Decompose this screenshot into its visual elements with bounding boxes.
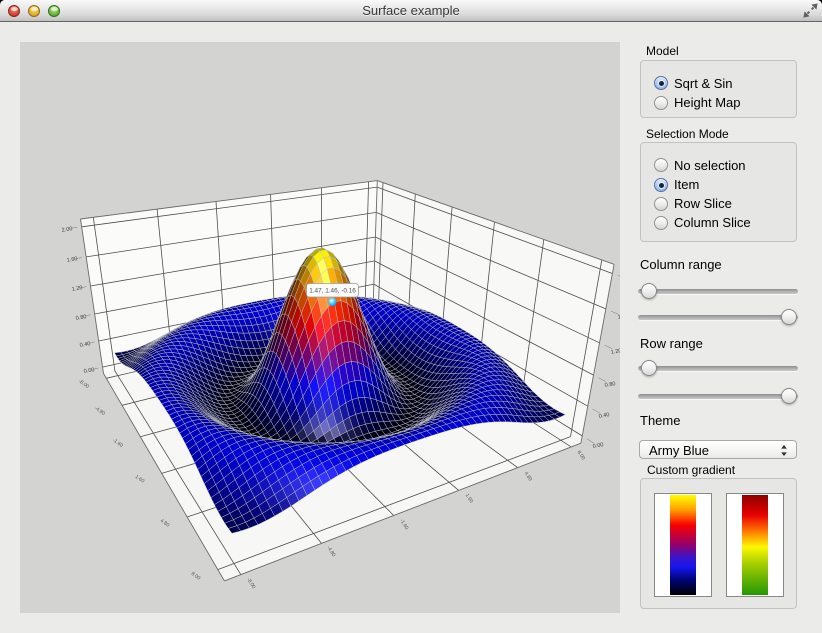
- svg-text:1.47, 1.46, -0.16: 1.47, 1.46, -0.16: [309, 288, 356, 295]
